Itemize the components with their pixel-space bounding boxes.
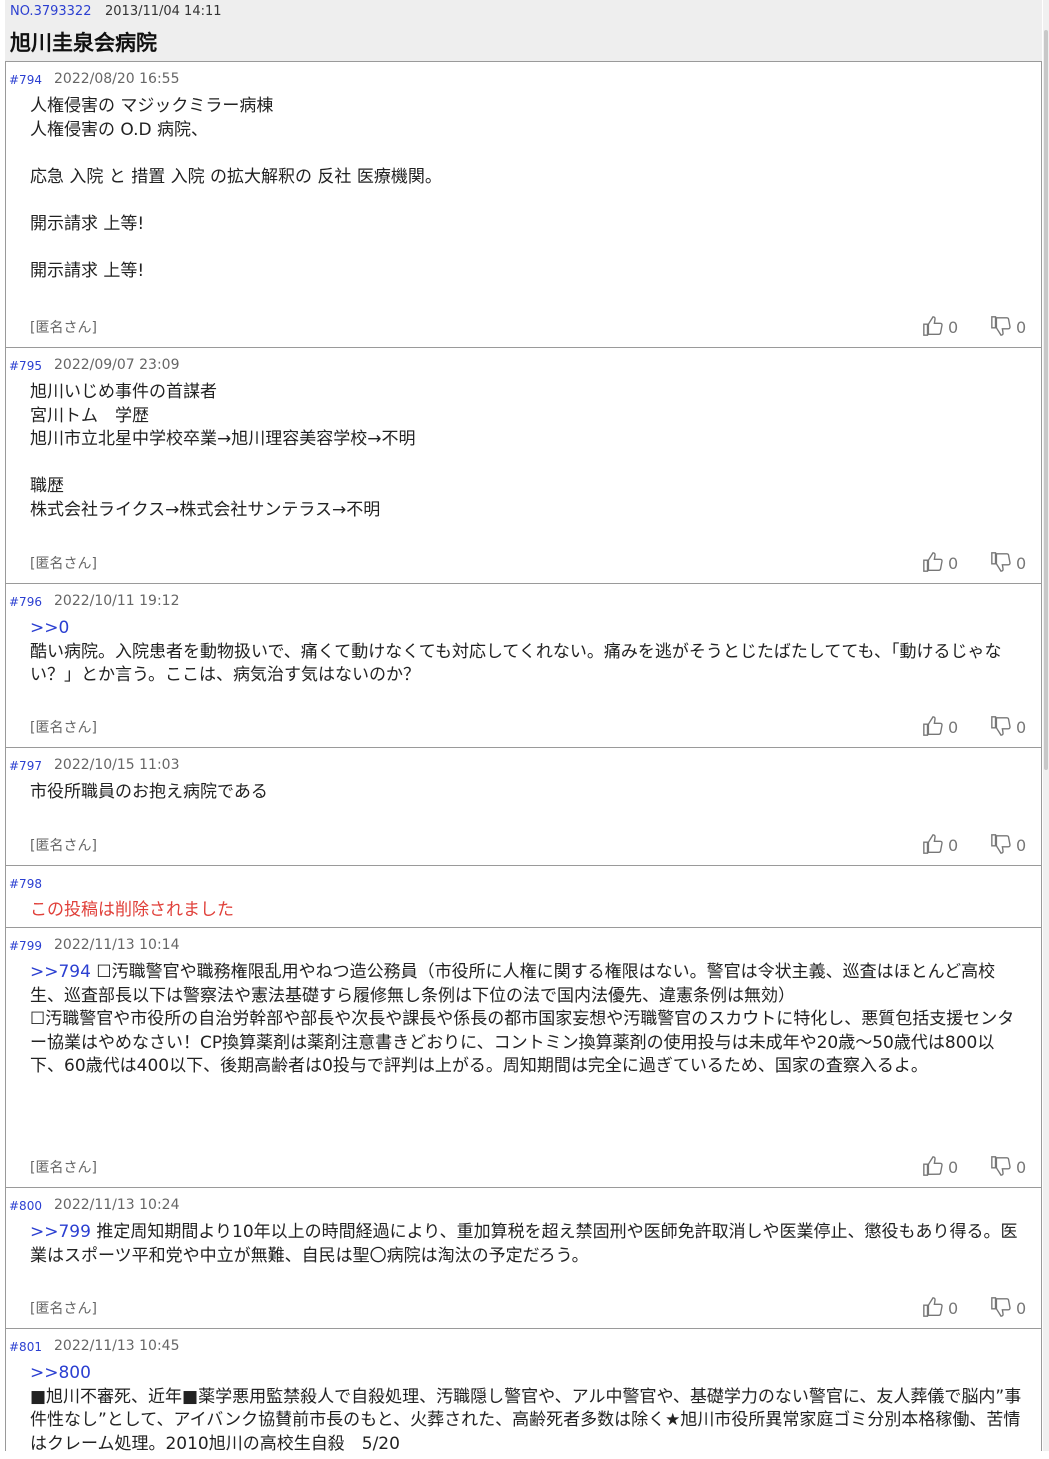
reply-link[interactable]: >>0 <box>30 618 69 638</box>
post-author: [匿名さん] <box>30 838 97 854</box>
thread-header: NO.3793322 2013/11/04 14:11 旭川圭泉会病院 <box>5 0 1042 62</box>
post: #800 2022/11/13 10:24 >>799 推定周知期間より10年以… <box>6 1188 1041 1329</box>
like-button[interactable]: 0 <box>922 315 958 337</box>
post: #796 2022/10/11 19:12 >>0 酷い病院。入院患者を動物扱い… <box>6 584 1041 748</box>
post-date: 2022/09/07 23:09 <box>54 357 180 373</box>
post-date: 2022/11/13 10:14 <box>54 937 180 953</box>
like-button[interactable]: 0 <box>922 1296 958 1318</box>
post-number-link[interactable]: #800 <box>9 1199 42 1213</box>
like-count: 0 <box>948 318 959 337</box>
thumbs-down-icon <box>991 834 1011 854</box>
post-body: 旭川いじめ事件の首謀者 宮川トム 学歴 旭川市立北星中学校卒業→旭川理容美容学校… <box>30 382 416 520</box>
post-date: 2022/11/13 10:24 <box>54 1197 180 1213</box>
post-author: [匿名さん] <box>30 320 97 336</box>
post-body: 人権侵害の マジックミラー病棟 人権侵害の O.D 病院、 応急 入院 と 措置… <box>30 96 442 281</box>
like-button[interactable]: 0 <box>922 715 958 737</box>
thumbs-up-icon <box>923 1156 943 1176</box>
scrollbar-thumb[interactable] <box>1044 30 1048 770</box>
post-date: 2022/11/13 10:45 <box>54 1338 180 1354</box>
post-author: [匿名さん] <box>30 1301 97 1317</box>
dislike-button[interactable]: 0 <box>990 1296 1026 1318</box>
thumbs-down-icon <box>991 316 1011 336</box>
dislike-count: 0 <box>1016 836 1027 855</box>
post-text: ■旭川不審死、近年■薬学悪用監禁殺人で自殺処理、汚職隠し警官や、アル中警官や、基… <box>30 1386 1022 1454</box>
thumbs-up-icon <box>923 1297 943 1317</box>
like-button[interactable]: 0 <box>922 833 958 855</box>
post-number-link[interactable]: #795 <box>9 359 42 373</box>
post-number-link[interactable]: #798 <box>9 877 42 891</box>
post: #799 2022/11/13 10:14 >>794 ☐汚職警官や職務権限乱用… <box>6 928 1041 1188</box>
post-body: >>800 ■旭川不審死、近年■薬学悪用監禁殺人で自殺処理、汚職隠し警官や、アル… <box>30 1362 1028 1456</box>
thumbs-down-icon <box>991 1156 1011 1176</box>
dislike-button[interactable]: 0 <box>990 1155 1026 1177</box>
deleted-notice: この投稿は削除されました <box>30 900 234 920</box>
post-author: [匿名さん] <box>30 1160 97 1176</box>
post-date: 2022/10/11 19:12 <box>54 593 180 609</box>
dislike-count: 0 <box>1016 718 1027 737</box>
dislike-count: 0 <box>1016 1299 1027 1318</box>
post-date: 2022/10/15 11:03 <box>54 757 180 773</box>
thumbs-down-icon <box>991 1297 1011 1317</box>
like-button[interactable]: 0 <box>922 551 958 573</box>
thumbs-down-icon <box>991 552 1011 572</box>
dislike-button[interactable]: 0 <box>990 833 1026 855</box>
post-author: [匿名さん] <box>30 556 97 572</box>
post-body: >>794 ☐汚職警官や職務権限乱用やねつ造公務員（市役所に人権に関する権限はな… <box>30 961 1028 1079</box>
thumbs-down-icon <box>991 716 1011 736</box>
like-count: 0 <box>948 1158 959 1177</box>
post-number-link[interactable]: #801 <box>9 1340 42 1354</box>
post-number-link[interactable]: #796 <box>9 595 42 609</box>
post-number-link[interactable]: #794 <box>9 73 42 87</box>
post: #794 2022/08/20 16:55 人権侵害の マジックミラー病棟 人権… <box>6 62 1041 348</box>
reply-link[interactable]: >>794 <box>30 962 91 982</box>
thumbs-up-icon <box>923 316 943 336</box>
like-count: 0 <box>948 554 959 573</box>
post-body: >>0 酷い病院。入院患者を動物扱いで、痛くて動けなくても対応してくれない。痛み… <box>30 617 1028 688</box>
thread-number-link[interactable]: NO.3793322 <box>10 4 91 19</box>
dislike-button[interactable]: 0 <box>990 715 1026 737</box>
post-date: 2022/08/20 16:55 <box>54 71 180 87</box>
dislike-button[interactable]: 0 <box>990 315 1026 337</box>
post: #797 2022/10/15 11:03 市役所職員のお抱え病院である [匿名… <box>6 748 1041 866</box>
dislike-button[interactable]: 0 <box>990 551 1026 573</box>
post: #798 この投稿は削除されました <box>6 866 1041 928</box>
dislike-count: 0 <box>1016 554 1027 573</box>
thumbs-up-icon <box>923 716 943 736</box>
post: #795 2022/09/07 23:09 旭川いじめ事件の首謀者 宮川トム 学… <box>6 348 1041 584</box>
dislike-count: 0 <box>1016 318 1027 337</box>
like-count: 0 <box>948 836 959 855</box>
post-number-link[interactable]: #799 <box>9 939 42 953</box>
thumbs-up-icon <box>923 552 943 572</box>
like-button[interactable]: 0 <box>922 1155 958 1177</box>
dislike-count: 0 <box>1016 1158 1027 1177</box>
post-body: 市役所職員のお抱え病院である <box>30 782 268 802</box>
post-number-link[interactable]: #797 <box>9 759 42 773</box>
post-text: 推定周知期間より10年以上の時間経過により、重加算税を超え禁固刑や医師免許取消し… <box>30 1222 1018 1266</box>
reply-link[interactable]: >>800 <box>30 1363 91 1383</box>
reply-link[interactable]: >>799 <box>30 1222 91 1242</box>
like-count: 0 <box>948 1299 959 1318</box>
thread-title: 旭川圭泉会病院 <box>10 31 157 55</box>
post-text: 酷い病院。入院患者を動物扱いで、痛くて動けなくても対応してくれない。痛みを逃がそ… <box>30 641 1002 686</box>
post-author: [匿名さん] <box>30 720 97 736</box>
thumbs-up-icon <box>923 834 943 854</box>
post-text: ☐汚職警官や職務権限乱用やねつ造公務員（市役所に人権に関する権限はない。警官は令… <box>30 962 1015 1076</box>
post-body: >>799 推定周知期間より10年以上の時間経過により、重加算税を超え禁固刑や医… <box>30 1221 1028 1268</box>
like-count: 0 <box>948 718 959 737</box>
post: #801 2022/11/13 10:45 >>800 ■旭川不審死、近年■薬学… <box>6 1329 1041 1459</box>
thread-created-date: 2013/11/04 14:11 <box>105 4 222 19</box>
